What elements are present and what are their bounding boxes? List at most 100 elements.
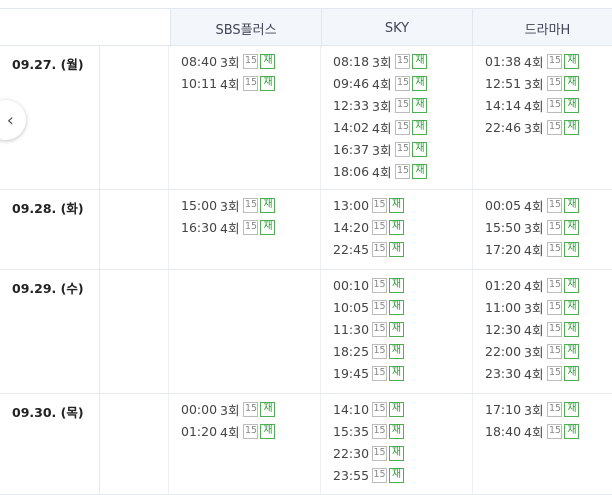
list-item[interactable]: 11:00 3회 15 재 bbox=[485, 298, 580, 316]
air-time: 22:46 bbox=[485, 119, 522, 135]
rating-badge: 15 bbox=[547, 53, 563, 69]
list-item[interactable]: 22:00 3회 15 재 bbox=[485, 342, 580, 360]
episode-number: 3회 bbox=[524, 120, 544, 136]
list-item[interactable]: 12:51 3회 15 재 bbox=[485, 74, 580, 92]
rating-badge: 15 bbox=[372, 445, 388, 461]
episode-number: 4회 bbox=[220, 76, 240, 92]
list-item[interactable]: 15:35 15 재 bbox=[333, 422, 405, 440]
list-item[interactable]: 12:30 4회 15 재 bbox=[485, 320, 580, 338]
rating-badge: 15 bbox=[395, 97, 411, 113]
air-time: 17:20 bbox=[485, 241, 522, 257]
list-item[interactable]: 23:55 15 재 bbox=[333, 466, 405, 484]
list-item[interactable]: 22:46 3회 15 재 bbox=[485, 118, 580, 136]
air-time: 23:30 bbox=[485, 365, 522, 381]
list-item[interactable]: 01:20 4회 15 재 bbox=[181, 422, 276, 440]
air-time: 23:55 bbox=[333, 467, 370, 483]
rerun-badge: 재 bbox=[564, 241, 580, 257]
list-item[interactable]: 16:37 3회 15 재 bbox=[333, 140, 428, 158]
rating-badge: 15 bbox=[372, 197, 388, 213]
rerun-badge: 재 bbox=[389, 365, 405, 381]
air-time: 00:00 bbox=[181, 401, 218, 417]
rerun-badge: 재 bbox=[564, 423, 580, 439]
rerun-badge: 재 bbox=[389, 467, 405, 483]
air-time: 01:20 bbox=[485, 277, 522, 293]
list-item[interactable]: 23:30 4회 15 재 bbox=[485, 364, 580, 382]
rerun-badge: 재 bbox=[412, 163, 428, 179]
list-item[interactable]: 14:14 4회 15 재 bbox=[485, 96, 580, 114]
list-item[interactable]: 14:10 15 재 bbox=[333, 400, 405, 418]
list-item[interactable]: 01:20 4회 15 재 bbox=[485, 276, 580, 294]
list-item[interactable]: 09:46 4회 15 재 bbox=[333, 74, 428, 92]
list-item[interactable]: 18:25 15 재 bbox=[333, 342, 405, 360]
air-time: 10:11 bbox=[181, 75, 218, 91]
episode-number: 3회 bbox=[372, 98, 392, 114]
rerun-badge: 재 bbox=[389, 343, 405, 359]
episode-number: 4회 bbox=[372, 120, 392, 136]
list-item[interactable]: 17:20 4회 15 재 bbox=[485, 240, 580, 258]
list-item[interactable]: 18:40 4회 15 재 bbox=[485, 422, 580, 440]
rating-badge: 15 bbox=[243, 75, 259, 91]
rating-badge: 15 bbox=[372, 241, 388, 257]
list-item[interactable]: 01:38 4회 15 재 bbox=[485, 52, 580, 70]
air-time: 12:33 bbox=[333, 97, 370, 113]
air-time: 11:30 bbox=[333, 321, 370, 337]
rating-badge: 15 bbox=[547, 277, 563, 293]
list-item[interactable]: 18:06 4회 15 재 bbox=[333, 162, 428, 180]
list-item[interactable]: 10:11 4회 15 재 bbox=[181, 74, 276, 92]
list-item[interactable]: 13:00 15 재 bbox=[333, 196, 405, 214]
rerun-badge: 재 bbox=[564, 299, 580, 315]
episode-number: 3회 bbox=[220, 198, 240, 214]
rating-badge: 15 bbox=[372, 343, 388, 359]
list-item[interactable]: 00:05 4회 15 재 bbox=[485, 196, 580, 214]
list-item[interactable]: 14:02 4회 15 재 bbox=[333, 118, 428, 136]
schedule-cell: 00:10 15 재 10:05 15 재 11:30 15 재 18:25 15 재 19:45 15 재 bbox=[320, 270, 472, 393]
rating-badge: 15 bbox=[372, 365, 388, 381]
list-item[interactable]: 19:45 15 재 bbox=[333, 364, 405, 382]
list-item[interactable]: 11:30 15 재 bbox=[333, 320, 405, 338]
rerun-badge: 재 bbox=[564, 343, 580, 359]
table-row: 00:10 15 재 10:05 15 재 11:30 15 재 18:25 15 재 19:45 15 재… bbox=[100, 270, 612, 394]
list-item[interactable]: 12:33 3회 15 재 bbox=[333, 96, 428, 114]
episode-number: 3회 bbox=[220, 54, 240, 70]
air-time: 08:40 bbox=[181, 53, 218, 69]
list-item[interactable]: 15:00 3회 15 재 bbox=[181, 196, 276, 214]
air-time: 18:40 bbox=[485, 423, 522, 439]
rating-badge: 15 bbox=[547, 423, 563, 439]
episode-number: 4회 bbox=[524, 54, 544, 70]
air-time: 01:20 bbox=[181, 423, 218, 439]
list-item[interactable]: 22:30 15 재 bbox=[333, 444, 405, 462]
episode-number: 3회 bbox=[372, 142, 392, 158]
air-time: 18:25 bbox=[333, 343, 370, 359]
list-item[interactable]: 15:50 3회 15 재 bbox=[485, 218, 580, 236]
list-item[interactable]: 10:05 15 재 bbox=[333, 298, 405, 316]
channel-header: SBS플러스 SKY 드라마H bbox=[170, 8, 612, 47]
air-time: 18:06 bbox=[333, 163, 370, 179]
rerun-badge: 재 bbox=[260, 53, 276, 69]
episode-number: 3회 bbox=[524, 220, 544, 236]
air-time: 09:46 bbox=[333, 75, 370, 91]
rerun-badge: 재 bbox=[412, 141, 428, 157]
list-item[interactable]: 00:10 15 재 bbox=[333, 276, 405, 294]
air-time: 19:45 bbox=[333, 365, 370, 381]
date-cell: 09.30. (목) bbox=[0, 394, 100, 495]
rerun-badge: 재 bbox=[260, 197, 276, 213]
list-item[interactable]: 17:10 3회 15 재 bbox=[485, 400, 580, 418]
air-time: 11:00 bbox=[485, 299, 522, 315]
list-item[interactable]: 00:00 3회 15 재 bbox=[181, 400, 276, 418]
list-item[interactable]: 14:20 15 재 bbox=[333, 218, 405, 236]
list-item[interactable]: 08:40 3회 15 재 bbox=[181, 52, 276, 70]
list-item[interactable]: 16:30 4회 15 재 bbox=[181, 218, 276, 236]
rerun-badge: 재 bbox=[260, 423, 276, 439]
episode-number: 4회 bbox=[220, 220, 240, 236]
rerun-badge: 재 bbox=[389, 219, 405, 235]
channel-header-sbsplus: SBS플러스 bbox=[170, 9, 321, 47]
schedule-cell: 00:05 4회 15 재 15:50 3회 15 재 17:20 4회 15 재 bbox=[472, 190, 612, 269]
rating-badge: 15 bbox=[395, 141, 411, 157]
date-label: 09.27. (월) bbox=[12, 57, 84, 72]
rerun-badge: 재 bbox=[564, 277, 580, 293]
rerun-badge: 재 bbox=[260, 219, 276, 235]
list-item[interactable]: 08:18 3회 15 재 bbox=[333, 52, 428, 70]
rerun-badge: 재 bbox=[412, 75, 428, 91]
list-item[interactable]: 22:45 15 재 bbox=[333, 240, 405, 258]
rating-badge: 15 bbox=[547, 343, 563, 359]
